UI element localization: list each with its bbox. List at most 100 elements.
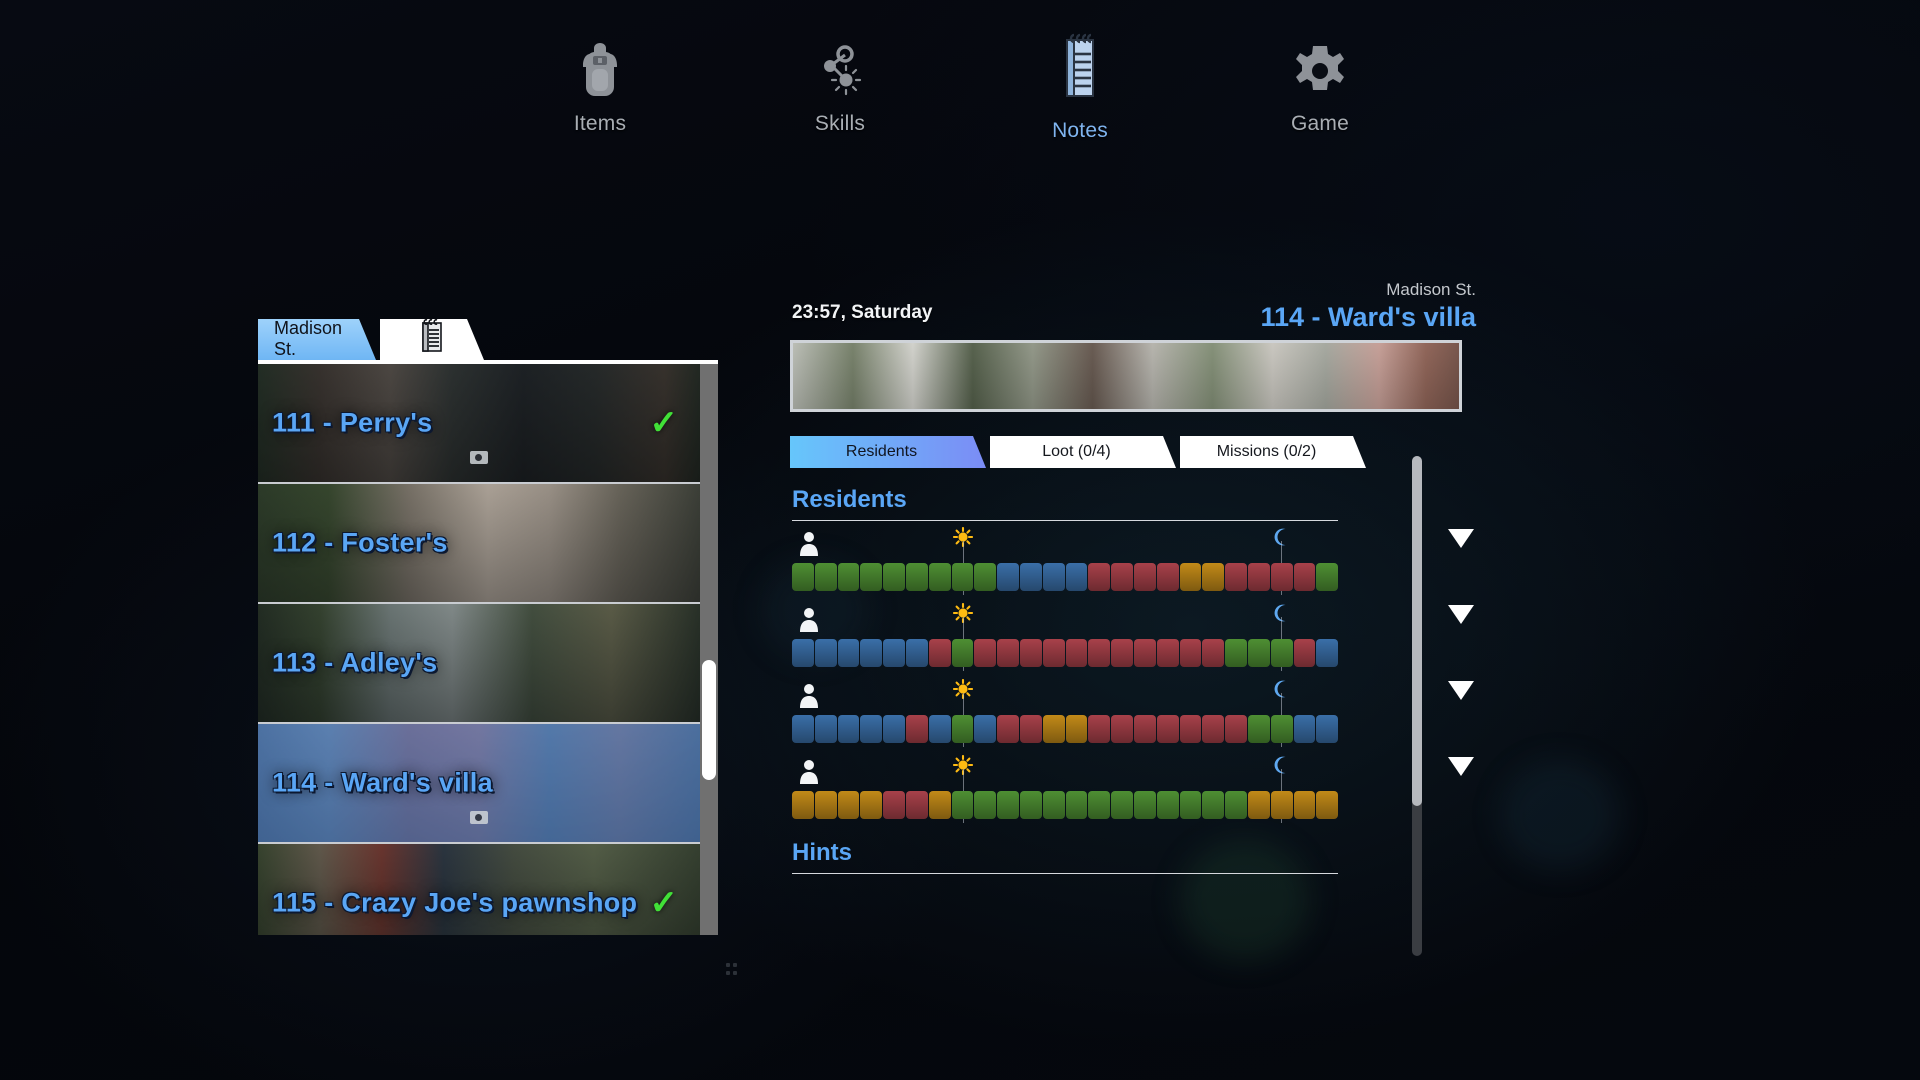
schedule-slot: [951, 715, 974, 743]
schedule-slot: [814, 791, 837, 819]
schedule-slot: [792, 563, 814, 591]
chevron-down-icon[interactable]: [1448, 681, 1474, 700]
schedule-slot: [792, 639, 814, 667]
schedule-slot: [974, 791, 997, 819]
chevron-down-icon[interactable]: [1448, 529, 1474, 548]
detail-header: 23:57, Saturday Madison St. 114 - Ward's…: [790, 280, 1480, 338]
schedule-slot: [1293, 791, 1316, 819]
schedule-slot: [1111, 791, 1133, 819]
schedule-slot: [951, 791, 974, 819]
list-item[interactable]: 111 - Perry's ✓: [258, 364, 700, 484]
schedule-slot: [860, 639, 883, 667]
location-meta: Madison St. 114 - Ward's villa: [1260, 280, 1476, 333]
schedule-slot: [1179, 639, 1202, 667]
resident-schedule-bar: [792, 639, 1339, 667]
schedule-slot: [860, 715, 883, 743]
backpack-icon: [572, 38, 628, 100]
detail-body: Residents Hints: [790, 486, 1480, 874]
schedule-slot: [928, 791, 951, 819]
resident-row[interactable]: [790, 526, 1480, 597]
nav-item-items[interactable]: Items: [480, 38, 720, 136]
nav-item-skills[interactable]: Skills: [720, 38, 960, 136]
schedule-slot: [974, 639, 997, 667]
schedule-slot: [1247, 639, 1270, 667]
resident-row[interactable]: [790, 678, 1480, 749]
residents-list: [790, 526, 1480, 825]
schedule-slot: [1270, 639, 1293, 667]
schedule-slot: [1088, 639, 1111, 667]
resident-schedule-bar: [792, 563, 1339, 591]
list-item[interactable]: 114 - Ward's villa: [258, 724, 700, 844]
hints-heading: Hints: [792, 839, 852, 866]
schedule-slot: [1042, 791, 1065, 819]
residents-heading: Residents: [792, 486, 907, 513]
schedule-slot: [837, 715, 860, 743]
schedule-slot: [1202, 639, 1225, 667]
list-item[interactable]: 113 - Adley's: [258, 604, 700, 724]
section-divider: [792, 520, 1338, 521]
schedule-slot: [1019, 639, 1042, 667]
ambient-glow: [1500, 760, 1620, 870]
schedule-slot: [860, 563, 883, 591]
nav-item-game[interactable]: Game: [1200, 38, 1440, 136]
schedule-slot: [1316, 791, 1339, 819]
locations-scrollbar-thumb[interactable]: [702, 660, 716, 780]
resident-schedule-bar: [792, 791, 1339, 819]
nav-item-notes[interactable]: Notes: [960, 33, 1200, 143]
schedule-slot: [1111, 563, 1133, 591]
schedule-slot: [1293, 715, 1316, 743]
top-navigation: Items Skills Notes Game: [0, 33, 1920, 168]
schedule-slot: [1316, 563, 1339, 591]
visited-check-icon: ✓: [649, 884, 679, 922]
schedule-slot: [1293, 639, 1316, 667]
camera-marker-icon: [470, 811, 488, 824]
tab-missions-label: Missions (0/2): [1216, 443, 1317, 460]
schedule-slot: [1019, 715, 1042, 743]
locations-list-body: 111 - Perry's ✓ 112 - Foster's 113 - Adl…: [258, 360, 718, 935]
tab-residents[interactable]: Residents: [790, 436, 986, 468]
schedule-slot: [1042, 563, 1065, 591]
schedule-slot: [1156, 791, 1179, 819]
schedule-slot: [905, 791, 928, 819]
tab-loot-label: Loot (0/4): [1042, 443, 1111, 460]
schedule-slot: [905, 639, 928, 667]
schedule-slot: [974, 563, 997, 591]
list-item[interactable]: 112 - Foster's: [258, 484, 700, 604]
schedule-slot: [1042, 639, 1065, 667]
person-icon: [798, 757, 820, 790]
schedule-slot: [1247, 715, 1270, 743]
chevron-down-icon[interactable]: [1448, 757, 1474, 776]
resize-grip[interactable]: [726, 963, 738, 977]
detail-scrollbar-thumb[interactable]: [1412, 456, 1422, 806]
schedule-slot: [1111, 715, 1133, 743]
list-item[interactable]: 115 - Crazy Joe's pawnshop ✓: [258, 844, 700, 935]
schedule-slot: [1270, 715, 1293, 743]
game-clock: 23:57, Saturday: [792, 302, 933, 323]
tab-missions[interactable]: Missions (0/2): [1180, 436, 1366, 468]
nav-label-game: Game: [1291, 112, 1349, 135]
tab-residents-label: Residents: [845, 443, 918, 460]
locations-scrollbar[interactable]: [700, 364, 718, 935]
resident-row[interactable]: [790, 754, 1480, 825]
schedule-slot: [1133, 791, 1156, 819]
schedule-slot: [1225, 715, 1247, 743]
schedule-slot: [814, 715, 837, 743]
street-label: Madison St.: [1386, 280, 1476, 299]
resident-schedule-bar: [792, 715, 1339, 743]
schedule-slot: [905, 563, 928, 591]
schedule-slot: [928, 715, 951, 743]
schedule-slot: [1065, 563, 1088, 591]
detail-scrollbar[interactable]: [1412, 456, 1422, 956]
schedule-slot: [1019, 563, 1042, 591]
tab-notes-folder[interactable]: [380, 319, 484, 360]
notepad-icon: [1057, 33, 1103, 100]
schedule-slot: [928, 639, 951, 667]
tab-loot[interactable]: Loot (0/4): [990, 436, 1176, 468]
tab-madison-street-label: Madison St.: [274, 317, 343, 359]
game-screen: Items Skills Notes Game Madison St. 111 …: [0, 0, 1920, 1080]
resident-row[interactable]: [790, 602, 1480, 673]
tab-madison-street[interactable]: Madison St.: [258, 319, 376, 360]
chevron-down-icon[interactable]: [1448, 605, 1474, 624]
schedule-slot: [997, 791, 1019, 819]
schedule-slot: [905, 715, 928, 743]
